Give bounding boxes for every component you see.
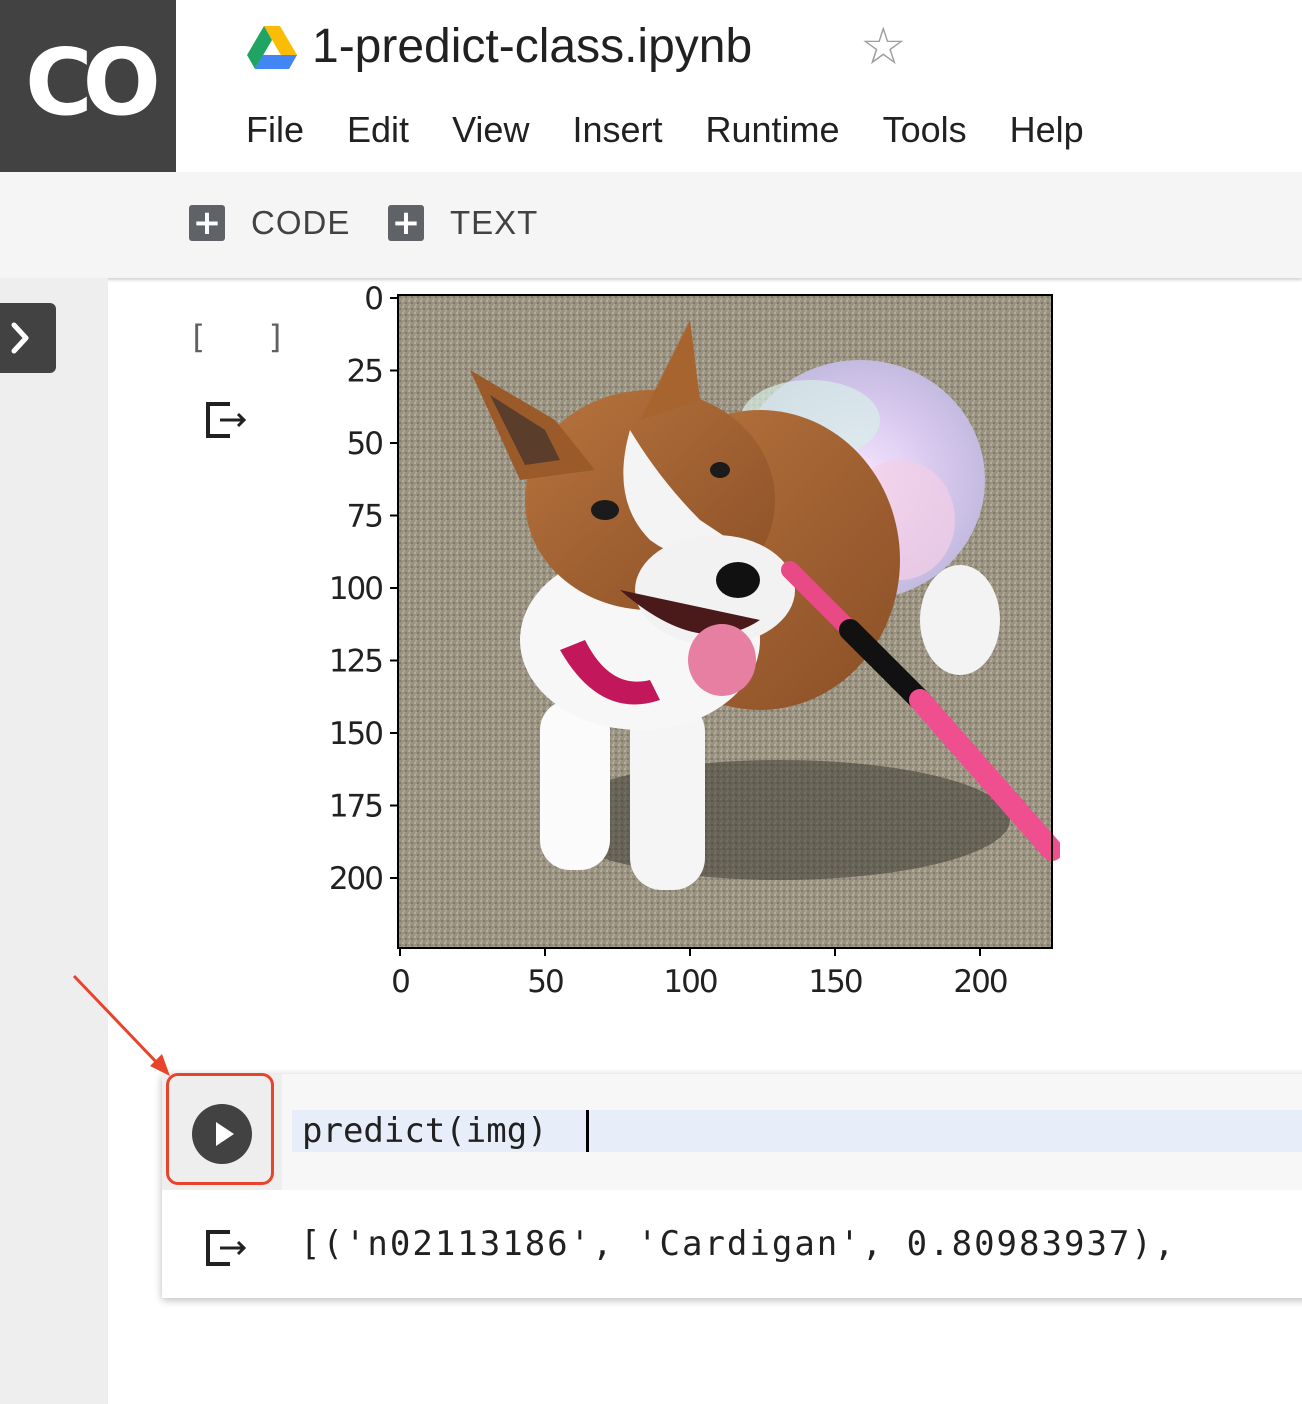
- add-text-label: TEXT: [450, 204, 539, 241]
- plus-icon: +: [189, 205, 225, 241]
- y-tick-label: 200: [329, 861, 382, 897]
- menu-file[interactable]: File: [246, 105, 304, 155]
- y-tick-label: 175: [329, 789, 382, 825]
- y-tick-label: 125: [329, 644, 382, 680]
- logo-text: CO: [25, 29, 161, 136]
- menu-bar: File Edit View Insert Runtime Tools Help: [246, 105, 1127, 155]
- text-cursor: [586, 1110, 589, 1152]
- matplotlib-figure: 0 25 50 75 100 125 150 175 200 0 50 100 150 200: [329, 281, 1060, 1000]
- dog-image: [398, 295, 1060, 948]
- menu-edit[interactable]: Edit: [347, 105, 409, 155]
- output-icon[interactable]: [204, 1228, 250, 1268]
- code-text[interactable]: predict(img): [302, 1110, 548, 1152]
- y-axis: 0 25 50 75 100 125 150 175 200: [329, 281, 398, 897]
- add-code-button[interactable]: + CODE: [189, 204, 350, 242]
- y-tick-label: 50: [347, 426, 383, 462]
- menu-view[interactable]: View: [452, 105, 529, 155]
- x-tick-label: 0: [391, 964, 409, 1000]
- menu-runtime[interactable]: Runtime: [706, 105, 840, 155]
- left-sidebar: [0, 278, 108, 1404]
- y-tick-label: 75: [347, 499, 383, 535]
- play-icon: [216, 1122, 234, 1146]
- menu-insert[interactable]: Insert: [572, 105, 662, 155]
- menu-tools[interactable]: Tools: [883, 105, 967, 155]
- output-icon[interactable]: [204, 400, 250, 440]
- google-drive-icon: [247, 26, 297, 69]
- cell-output: [('n02113186', 'Cardigan', 0.80983937),: [300, 1224, 1177, 1264]
- x-tick-label: 150: [808, 964, 861, 1000]
- menu-help[interactable]: Help: [1010, 105, 1084, 155]
- add-text-button[interactable]: + TEXT: [388, 204, 538, 242]
- chevron-right-icon: [11, 322, 29, 354]
- star-icon[interactable]: ☆: [860, 18, 907, 76]
- x-tick-label: 100: [663, 964, 716, 1000]
- execution-count: [ ]: [188, 318, 306, 356]
- notebook-title[interactable]: 1-predict-class.ipynb: [312, 18, 752, 76]
- y-tick-label: 0: [364, 281, 382, 317]
- plus-icon: +: [388, 205, 424, 241]
- toolbar: + CODE + TEXT: [0, 172, 1302, 278]
- x-axis: 0 50 100 150 200: [391, 948, 1009, 1000]
- y-tick-label: 25: [347, 354, 383, 390]
- run-cell-button[interactable]: [192, 1104, 252, 1164]
- x-tick-label: 50: [527, 964, 563, 1000]
- colab-logo[interactable]: CO: [0, 0, 176, 172]
- y-tick-label: 100: [329, 571, 382, 607]
- add-code-label: CODE: [251, 204, 351, 241]
- x-tick-label: 200: [953, 964, 1006, 1000]
- y-tick-label: 150: [329, 716, 382, 752]
- sidebar-toggle-button[interactable]: [0, 303, 56, 373]
